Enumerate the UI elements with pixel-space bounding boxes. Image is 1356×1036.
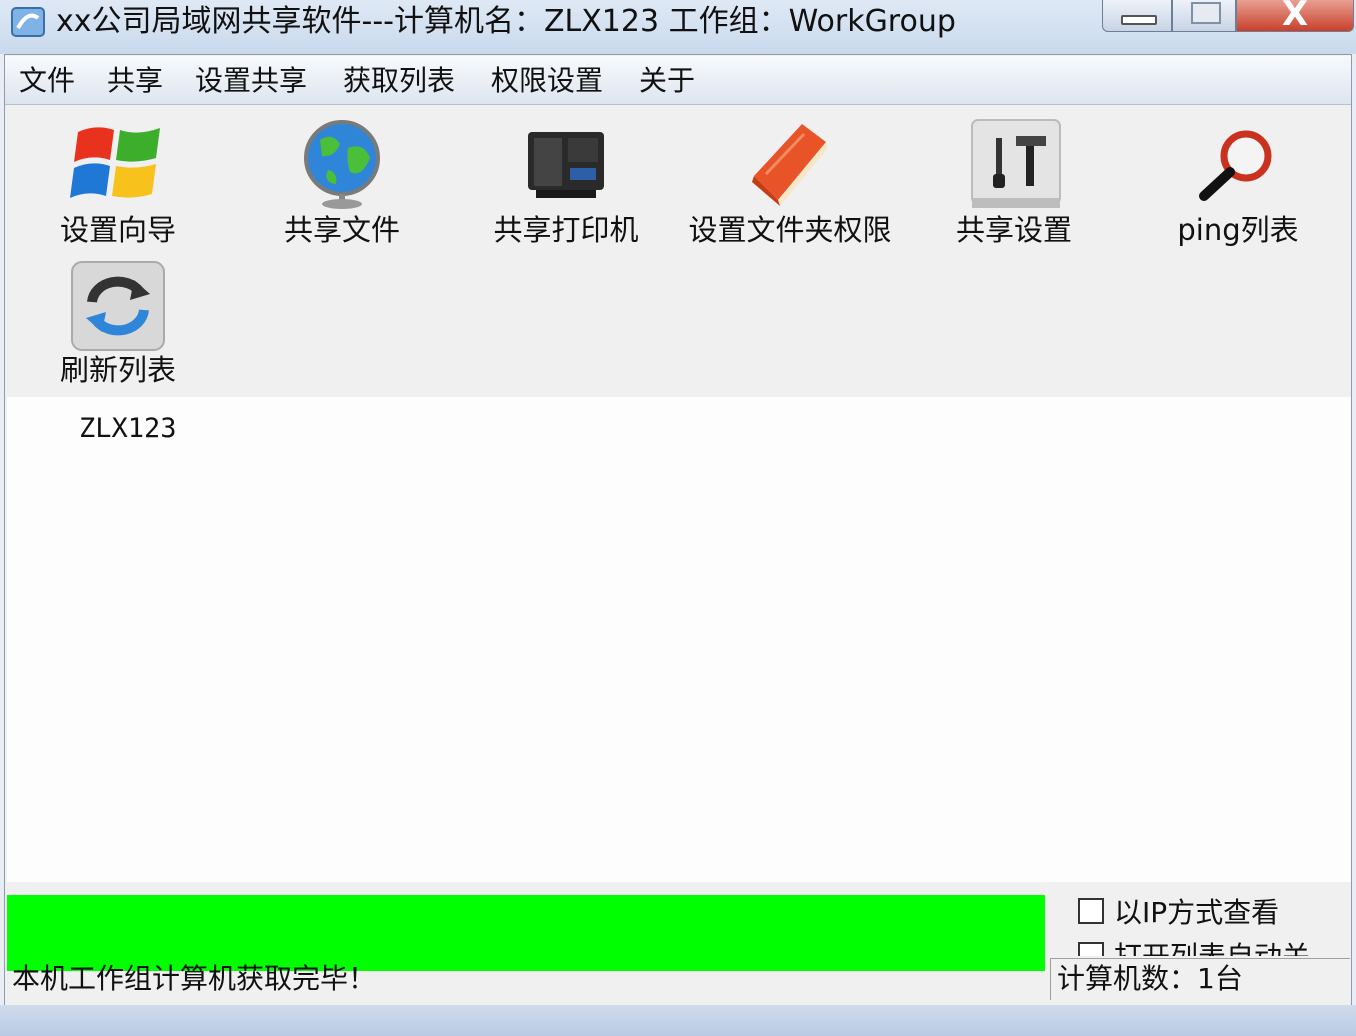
share-settings-button[interactable]: 共享设置: [909, 112, 1119, 252]
folder-permissions-label: 设置文件夹权限: [688, 213, 892, 247]
title-bar[interactable]: xx公司局域网共享软件---计算机名：ZLX123 工作组：WorkGroup …: [0, 0, 1356, 54]
minimize-button[interactable]: [1102, 0, 1172, 32]
magnifier-icon: [1199, 130, 1272, 201]
share-file-button[interactable]: 共享文件: [237, 112, 447, 252]
menu-file[interactable]: 文件: [19, 64, 75, 98]
checkbox-icon[interactable]: [1078, 942, 1104, 956]
folder-permissions-button[interactable]: 设置文件夹权限: [685, 112, 895, 252]
view-by-ip-checkbox[interactable]: 以IP方式查看: [1078, 896, 1279, 930]
progress-bar: [7, 895, 1045, 971]
auto-close-option-clip: 打开列表自动关: [1050, 940, 1350, 956]
folder-book-icon: [752, 124, 828, 206]
printer-icon: [528, 132, 604, 198]
computer-list[interactable]: ZLX123: [7, 397, 1351, 882]
windows-logo-icon: [70, 127, 160, 198]
checkbox-icon[interactable]: [1078, 898, 1104, 924]
progress-fill: [7, 895, 1045, 971]
refresh-icon: [71, 261, 165, 351]
close-icon: X: [1281, 0, 1309, 34]
menu-share[interactable]: 共享: [107, 64, 163, 98]
globe-icon: [304, 120, 380, 209]
auto-close-checkbox[interactable]: 打开列表自动关: [1078, 940, 1310, 956]
computer-count: 计算机数：1台: [1057, 962, 1243, 995]
share-printer-button[interactable]: 共享打印机: [461, 112, 671, 252]
app-icon: [11, 7, 45, 37]
refresh-list-button[interactable]: 刷新列表: [13, 252, 223, 392]
menu-permissions[interactable]: 权限设置: [491, 64, 603, 98]
menu-get-list[interactable]: 获取列表: [343, 64, 455, 98]
minimize-icon: [1121, 15, 1157, 25]
refresh-list-label: 刷新列表: [59, 353, 176, 387]
ping-list-button[interactable]: ping列表: [1133, 112, 1343, 252]
ping-list-label: ping列表: [1177, 213, 1299, 247]
share-printer-label: 共享打印机: [493, 213, 639, 247]
status-text: 本机工作组计算机获取完毕！: [12, 962, 377, 994]
toolbar: 设置向导 共享文件 共享打印机 设置文件夹权限 共享设置 ping列表 刷新列表: [5, 106, 1351, 396]
setup-wizard-button[interactable]: 设置向导: [13, 112, 223, 252]
window-title: xx公司局域网共享软件---计算机名：ZLX123 工作组：WorkGroup: [56, 4, 956, 39]
share-file-label: 共享文件: [283, 213, 400, 247]
computer-count-panel: 计算机数：1台: [1050, 958, 1350, 1000]
list-item[interactable]: ZLX123: [79, 413, 177, 444]
tools-icon: [971, 119, 1061, 208]
setup-wizard-label: 设置向导: [59, 213, 176, 247]
maximize-icon: [1191, 2, 1221, 24]
close-button[interactable]: X: [1236, 0, 1354, 34]
menu-about[interactable]: 关于: [639, 64, 695, 98]
maximize-button[interactable]: [1172, 0, 1236, 32]
view-by-ip-label: 以IP方式查看: [1114, 896, 1280, 929]
share-settings-label: 共享设置: [955, 213, 1072, 247]
menu-bar: 文件 共享 设置共享 获取列表 权限设置 关于: [5, 56, 1351, 105]
window-bottom-edge: [0, 1005, 1356, 1036]
auto-close-label: 打开列表自动关: [1114, 940, 1310, 956]
menu-set-share[interactable]: 设置共享: [195, 64, 307, 98]
